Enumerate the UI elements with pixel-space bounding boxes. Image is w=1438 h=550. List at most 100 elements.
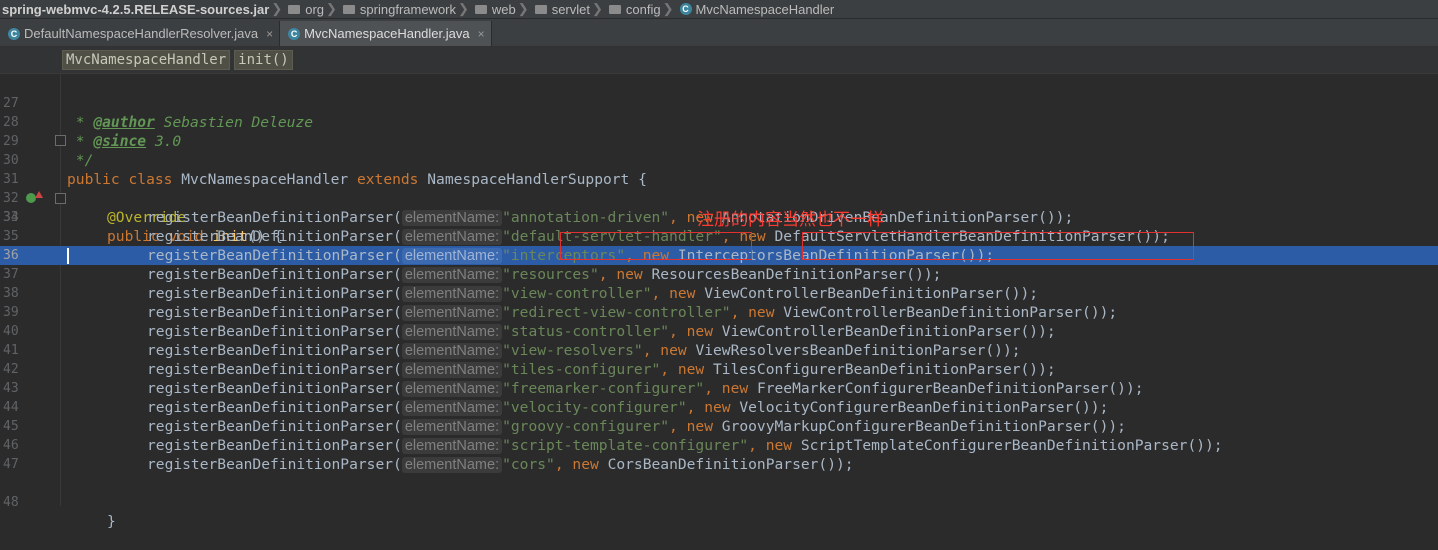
code-line-register-parser: 47 registerBeanDefinitionParser(elementNa… <box>3 456 854 473</box>
code-line: 28 * @since 3.0 <box>3 115 182 150</box>
close-icon[interactable]: × <box>478 27 485 41</box>
folder-icon <box>342 4 355 14</box>
parser-class: VelocityConfigurerBeanDefinitionParser()… <box>739 399 1109 416</box>
editor-tabs: C DefaultNamespaceHandlerResolver.java ×… <box>0 19 1438 47</box>
parameter-hint: elementName: <box>401 229 503 245</box>
parser-class: ViewControllerBeanDefinitionParser()); <box>704 285 1039 302</box>
folder-icon <box>288 4 301 14</box>
code-line: 30 public class MvcNamespaceHandler exte… <box>3 153 647 188</box>
line-number: 44 <box>3 400 19 415</box>
line-number: 45 <box>3 419 19 434</box>
code-line-register-parser: 45 registerBeanDefinitionParser(elementNa… <box>3 418 1126 435</box>
tab-default-namespace-handler-resolver[interactable]: C DefaultNamespaceHandlerResolver.java × <box>0 21 281 46</box>
folder-icon <box>534 4 547 14</box>
string-literal: "view-resolvers" <box>502 342 643 359</box>
code-line-register-parser: 44 registerBeanDefinitionParser(elementNa… <box>3 399 1109 416</box>
method-call: registerBeanDefinitionParser( <box>147 456 402 473</box>
parser-class: TilesConfigurerBeanDefinitionParser()); <box>713 361 1056 378</box>
parameter-hint: elementName: <box>401 267 503 283</box>
class-icon: C <box>679 3 692 15</box>
string-literal: "velocity-configurer" <box>502 399 687 416</box>
new-keyword: new <box>669 285 705 302</box>
fold-icon[interactable] <box>55 135 66 146</box>
code-line-register-parser: 38 registerBeanDefinitionParser(elementNa… <box>3 285 1039 302</box>
line-number: 40 <box>3 324 19 339</box>
parser-class: ScriptTemplateConfigurerBeanDefinitionPa… <box>800 437 1223 454</box>
structure-breadcrumb: MvcNamespaceHandler init() <box>0 47 1438 74</box>
method-call: registerBeanDefinitionParser( <box>147 437 402 454</box>
new-keyword: new <box>686 323 722 340</box>
line-number: 34 <box>3 210 19 225</box>
code-line: 48 } <box>3 495 116 530</box>
line-number: 35 <box>3 229 19 244</box>
parser-class: GroovyMarkupConfigurerBeanDefinitionPars… <box>721 418 1126 435</box>
method-call: registerBeanDefinitionParser( <box>147 266 402 283</box>
breadcrumb-folder-springframework[interactable]: ❯ springframework <box>324 1 456 17</box>
string-literal: "script-template-configurer" <box>502 437 749 454</box>
parameter-hint: elementName: <box>401 419 503 435</box>
highlight-box-parser-class <box>802 232 1194 260</box>
breadcrumb-folder-config[interactable]: ❯ config <box>590 1 661 17</box>
line-number: 38 <box>3 286 19 301</box>
string-literal: "annotation-driven" <box>502 209 670 226</box>
parameter-hint: elementName: <box>401 457 503 473</box>
line-number: 48 <box>3 495 19 510</box>
parser-class: ResourcesBeanDefinitionParser()); <box>651 266 942 283</box>
breadcrumb: spring-webmvc-4.2.5.RELEASE-sources.jar … <box>0 0 1438 19</box>
breadcrumb-folder-servlet[interactable]: ❯ servlet <box>516 1 590 17</box>
method-chip[interactable]: init() <box>234 50 293 70</box>
new-keyword: new <box>677 361 713 378</box>
parameter-hint: elementName: <box>401 343 503 359</box>
code-line-register-parser: 40 registerBeanDefinitionParser(elementNa… <box>3 323 1056 340</box>
code-line: 29 */ <box>3 134 94 169</box>
method-call: registerBeanDefinitionParser( <box>147 418 402 435</box>
new-keyword: new <box>748 304 784 321</box>
method-call: registerBeanDefinitionParser( <box>147 380 402 397</box>
line-number: 41 <box>3 343 19 358</box>
string-literal: "cors" <box>502 456 555 473</box>
parameter-hint: elementName: <box>401 248 503 264</box>
class-chip[interactable]: MvcNamespaceHandler <box>62 50 231 70</box>
line-number: 43 <box>3 381 19 396</box>
new-keyword: new <box>660 342 696 359</box>
tab-mvc-namespace-handler[interactable]: C MvcNamespaceHandler.java × <box>280 21 492 46</box>
folder-icon <box>474 4 487 14</box>
line-number: 47 <box>3 457 19 472</box>
method-call: registerBeanDefinitionParser( <box>147 228 402 245</box>
method-call: registerBeanDefinitionParser( <box>147 304 402 321</box>
breadcrumb-folder-web[interactable]: ❯ web <box>456 1 516 17</box>
string-literal: "view-controller" <box>502 285 652 302</box>
parameter-hint: elementName: <box>401 210 503 226</box>
fold-icon[interactable] <box>55 193 66 204</box>
method-call: registerBeanDefinitionParser( <box>147 285 402 302</box>
line-number: 37 <box>3 267 19 282</box>
new-keyword: new <box>686 418 722 435</box>
parser-class: FreeMarkerConfigurerBeanDefinitionParser… <box>756 380 1144 397</box>
method-call: registerBeanDefinitionParser( <box>147 399 402 416</box>
new-keyword: new <box>616 266 652 283</box>
parameter-hint: elementName: <box>401 362 503 378</box>
line-number: 39 <box>3 305 19 320</box>
class-icon: C <box>288 27 301 40</box>
breadcrumb-folder-org[interactable]: ❯ org <box>269 1 324 17</box>
line-number: 36 <box>3 248 19 263</box>
new-keyword: new <box>721 380 757 397</box>
parameter-hint: elementName: <box>401 400 503 416</box>
class-icon: C <box>8 27 20 40</box>
code-line-register-parser: 42 registerBeanDefinitionParser(elementNa… <box>3 361 1056 378</box>
annotation-note: 注册的内容当然也不一样 <box>697 210 884 230</box>
new-keyword: new <box>572 456 608 473</box>
string-literal: "freemarker-configurer" <box>502 380 705 397</box>
string-literal: "redirect-view-controller" <box>502 304 731 321</box>
parser-class: ViewControllerBeanDefinitionParser()); <box>721 323 1056 340</box>
code-line: 31 <box>0 151 1438 187</box>
highlight-box-element-name <box>560 232 752 260</box>
code-editor[interactable]: 27 * @author Sebastien Deleuze 28 * @sin… <box>0 74 1438 530</box>
breadcrumb-jar[interactable]: spring-webmvc-4.2.5.RELEASE-sources.jar <box>2 2 269 17</box>
code-line-register-parser: 43 registerBeanDefinitionParser(elementNa… <box>3 380 1144 397</box>
close-icon[interactable]: × <box>266 27 273 41</box>
method-call: registerBeanDefinitionParser( <box>147 247 402 264</box>
breadcrumb-class[interactable]: ❯ C MvcNamespaceHandler <box>661 1 835 17</box>
parameter-hint: elementName: <box>401 305 503 321</box>
method-call: registerBeanDefinitionParser( <box>147 342 402 359</box>
